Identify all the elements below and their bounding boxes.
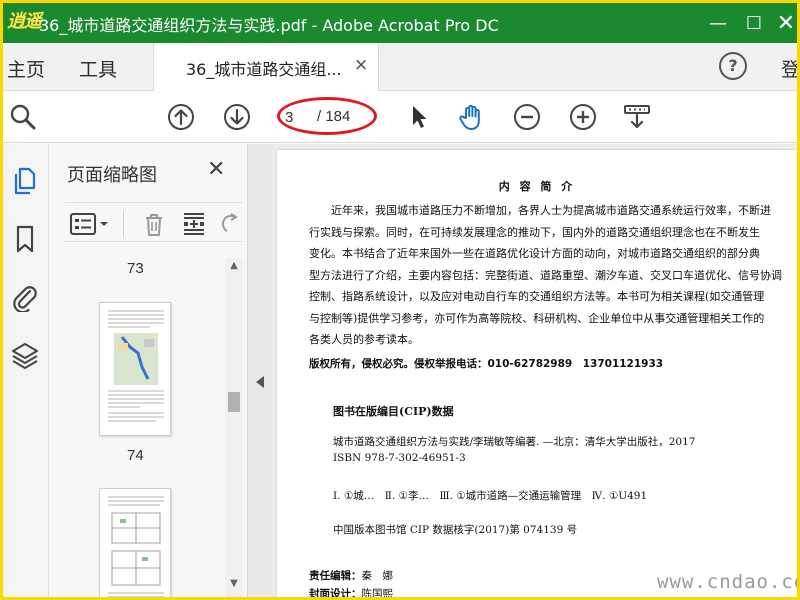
- close-window-button[interactable]: ✕: [769, 7, 797, 39]
- hand-tool-icon[interactable]: [457, 103, 485, 131]
- thumbnail-options-icon[interactable]: [69, 211, 113, 237]
- document-tab-label: 36_城市道路交通组...: [186, 60, 342, 79]
- rotate-page-icon[interactable]: [221, 211, 239, 237]
- page-navigator: / 184: [283, 103, 373, 131]
- next-page-icon[interactable]: [223, 103, 251, 131]
- close-tab-button[interactable]: ×: [354, 55, 368, 75]
- editor-credit: 责任编辑：秦 娜: [309, 568, 393, 583]
- zoom-out-icon[interactable]: [513, 103, 541, 131]
- page-thumbnails-icon[interactable]: [11, 166, 39, 196]
- select-cursor-icon[interactable]: [405, 103, 433, 131]
- paragraph-line: 行实践与探索。同时，在可持续发展理念的推动下，国内外的道路交通组织理念也在不断发…: [309, 225, 760, 239]
- title-bar: 逍遥 36_城市道路交通组织方法与实践.pdf - Adobe Acrobat …: [3, 3, 797, 43]
- section-heading: 内 容 简 介: [498, 180, 576, 193]
- minimize-button[interactable]: —: [701, 7, 735, 39]
- search-icon[interactable]: [9, 103, 37, 131]
- pdf-page: 内 容 简 介 近年来，我国城市道路压力不断增加，各界人士为提高城市道路交通系统…: [277, 150, 797, 597]
- window-title: 36_城市道路交通组织方法与实践.pdf - Adobe Acrobat Pro…: [39, 16, 499, 35]
- scroll-mode-icon[interactable]: [623, 103, 651, 131]
- thumbnail-preview: [108, 496, 164, 597]
- document-view: 内 容 简 介 近年来，我国城市道路压力不断增加，各界人士为提高城市道路交通系统…: [273, 144, 797, 597]
- previous-page-icon[interactable]: [167, 103, 195, 131]
- site-logo: 逍遥: [7, 11, 42, 32]
- cip-line: 城市道路交通组织方法与实践/李瑞敏等编著. —北京：清华大学出版社，2017: [333, 436, 696, 448]
- scroll-down-icon[interactable]: ▼: [225, 578, 243, 592]
- paragraph-line: 变化。本书结合了近年来国外一些在道路优化设计方面的动向，对城市道路交通组织的部分…: [309, 247, 760, 260]
- close-panel-button[interactable]: ✕: [207, 157, 225, 182]
- cip-line: 中国版本图书馆 CIP 数据核字(2017)第 074139 号: [333, 524, 578, 536]
- paragraph-line: 型方法进行了介绍，主要内容包括：完整街道、道路重塑、潮汐车道、交叉口车道优化、信…: [309, 268, 782, 282]
- summary-paragraph: 近年来，我国城市道路压力不断增加，各界人士为提高城市道路交通系统运行效率，不断进…: [309, 200, 795, 351]
- tab-document[interactable]: 36_城市道路交通组... ×: [153, 43, 379, 91]
- help-button[interactable]: ?: [719, 52, 747, 80]
- toolbar-divider: [123, 211, 124, 237]
- maximize-button[interactable]: ☐: [737, 7, 771, 39]
- main-toolbar: / 184: [3, 91, 797, 143]
- app-window: 逍遥 36_城市道路交通组织方法与实践.pdf - Adobe Acrobat …: [3, 3, 797, 597]
- thumbnail-panel: 页面缩略图 ✕ 73 74 ▲ ▼: [49, 144, 247, 597]
- zoom-in-icon[interactable]: [569, 103, 597, 131]
- cover-label: 封面设计：: [309, 588, 362, 597]
- page-number-input[interactable]: [285, 106, 311, 128]
- thumbnail-toolbar: [65, 202, 243, 242]
- tab-bar: 主页 工具 36_城市道路交通组... × ? 登: [3, 43, 797, 91]
- panel-title: 页面缩略图: [67, 165, 157, 186]
- sign-in-button[interactable]: 登: [781, 55, 797, 82]
- editor-label: 责任编辑：: [309, 570, 362, 582]
- insert-page-icon[interactable]: [181, 211, 207, 237]
- bookmark-icon[interactable]: [11, 224, 39, 254]
- cover-value: 陈国熙: [361, 588, 394, 597]
- tab-home[interactable]: 主页: [7, 55, 45, 82]
- scroll-up-icon[interactable]: ▲: [225, 260, 243, 274]
- paragraph-line: 与控制等)提供学习参考，亦可作为高等院校、科研机构、企业单位中从事交通管理相关工…: [309, 311, 765, 325]
- delete-page-icon[interactable]: [141, 211, 167, 237]
- scrollbar-thumb[interactable]: [228, 392, 240, 412]
- cip-line: Ⅰ. ①城… Ⅱ. ①李… Ⅲ. ①城市道路—交通运输管理 Ⅳ. ①U491: [333, 490, 648, 502]
- paragraph-line: 控制、指路系统设计，以及应对电动自行车的交通组织方法等。本书可为相关课程(如交通…: [309, 290, 765, 303]
- paragraph-line: 各类人员的参考读本。: [309, 333, 419, 346]
- layers-icon[interactable]: [11, 340, 39, 370]
- cip-title: 图书在版编目(CIP)数据: [333, 405, 454, 418]
- page-total: / 184: [317, 108, 351, 125]
- cip-line: ISBN 978-7-302-46951-3: [333, 452, 466, 464]
- editor-value: 秦 娜: [361, 570, 394, 582]
- tab-tools[interactable]: 工具: [79, 55, 117, 82]
- thumbnail-page-label: 74: [127, 447, 144, 464]
- attachment-icon[interactable]: [11, 282, 39, 312]
- side-rail: [3, 144, 49, 597]
- thumbnail-page-label: 73: [127, 260, 144, 277]
- copyright-notice: 版权所有，侵权必究。侵权举报电话：010-62782989 1370112193…: [309, 358, 664, 370]
- thumbnail-scrollbar[interactable]: ▲ ▼: [225, 258, 243, 597]
- panel-collapse-strip[interactable]: [247, 144, 273, 597]
- page-thumbnail[interactable]: [99, 488, 171, 597]
- collapse-arrow-icon[interactable]: [256, 376, 264, 388]
- page-thumbnail[interactable]: [99, 302, 171, 436]
- thumbnail-preview: [108, 310, 164, 422]
- site-watermark: www.cndao.com: [657, 571, 797, 593]
- paragraph-line: 近年来，我国城市道路压力不断增加，各界人士为提高城市道路交通系统运行效率，不断进: [309, 204, 771, 217]
- cover-design-credit: 封面设计：陈国熙: [309, 586, 393, 597]
